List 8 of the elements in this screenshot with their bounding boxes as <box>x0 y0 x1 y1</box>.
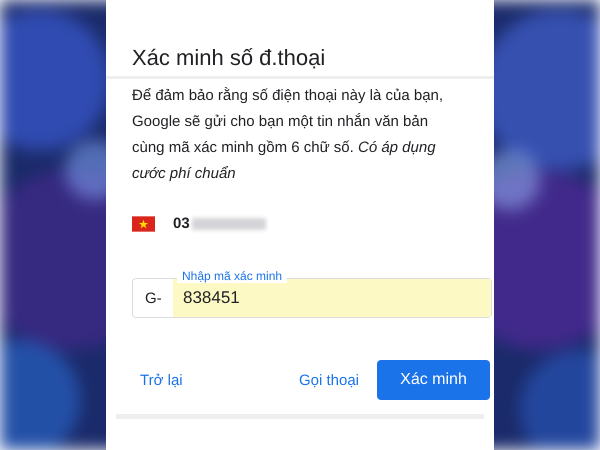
phone-number: 03 <box>173 215 190 232</box>
dialog-title: Xác minh số đ.thoại <box>132 44 326 72</box>
flag-icon <box>132 216 155 232</box>
verify-button[interactable]: Xác minh <box>377 360 490 400</box>
text-button[interactable]: Trở lại <box>130 364 193 396</box>
text-button[interactable]: Gọi thoại <box>288 364 369 396</box>
dialog-message: Để đảm bảo rằng số điện thoại này là của bạn, Google sẽ gửi cho bạn một tin nhắn văn bản cùng mã xác minh gồm 6 chữ số. Có áp dụng cước phí chuẩn <box>132 86 444 184</box>
field-prefix: G- <box>144 290 163 306</box>
